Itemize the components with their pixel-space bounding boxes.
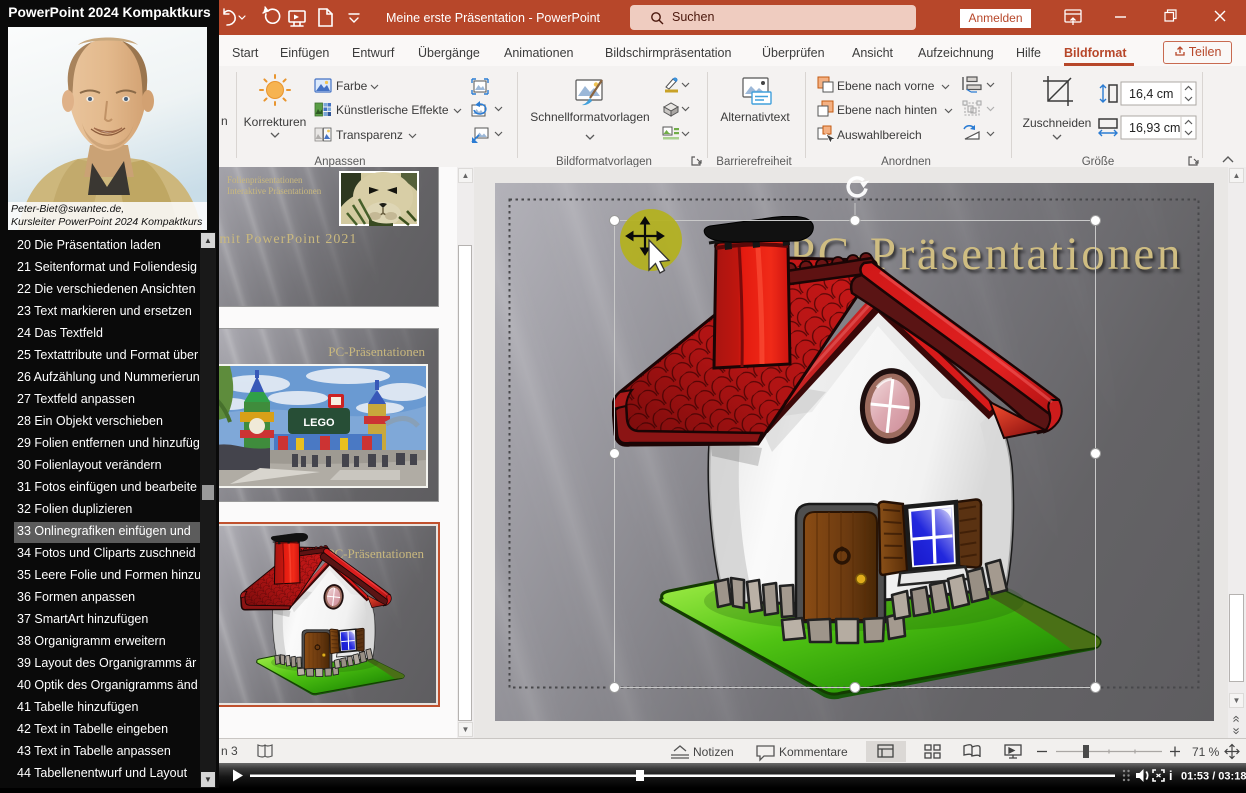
svg-text:Ebene nach hinten: Ebene nach hinten bbox=[837, 103, 937, 117]
svg-text:01:53 / 03:18: 01:53 / 03:18 bbox=[1181, 771, 1246, 783]
svg-text:Farbe: Farbe bbox=[336, 79, 368, 93]
svg-text:n: n bbox=[221, 114, 228, 128]
svg-text:Ebene nach vorne: Ebene nach vorne bbox=[837, 79, 935, 93]
svg-text:Größe: Größe bbox=[1082, 156, 1115, 167]
svg-text:Künstlerische Effekte: Künstlerische Effekte bbox=[336, 103, 449, 117]
svg-text:Barrierefreiheit: Barrierefreiheit bbox=[716, 156, 792, 167]
svg-text:n 3: n 3 bbox=[221, 744, 238, 758]
svg-text:16,4 cm: 16,4 cm bbox=[1129, 87, 1173, 101]
svg-text:Korrekturen: Korrekturen bbox=[244, 115, 307, 129]
svg-text:Auswahlbereich: Auswahlbereich bbox=[837, 128, 922, 142]
svg-text:Anordnen: Anordnen bbox=[881, 156, 931, 167]
svg-text:71 %: 71 % bbox=[1192, 745, 1220, 759]
svg-text:Anpassen: Anpassen bbox=[314, 156, 365, 167]
svg-text:i: i bbox=[1169, 769, 1172, 783]
svg-text:Notizen: Notizen bbox=[693, 745, 734, 759]
svg-text:LEGO: LEGO bbox=[303, 417, 335, 429]
svg-text:Bildformatvorlagen: Bildformatvorlagen bbox=[556, 156, 652, 167]
svg-text:Alternativtext: Alternativtext bbox=[720, 110, 790, 124]
svg-text:Schnellformatvorlagen: Schnellformatvorlagen bbox=[530, 110, 649, 124]
svg-text:Kommentare: Kommentare bbox=[779, 745, 848, 759]
svg-text:Meine erste Präsentation - P: Meine erste Präsentation - PowerPoint bbox=[386, 11, 601, 25]
svg-text:Zuschneiden: Zuschneiden bbox=[1023, 116, 1092, 130]
svg-text:Transparenz: Transparenz bbox=[336, 128, 403, 142]
svg-text:16,93 cm: 16,93 cm bbox=[1129, 121, 1180, 135]
